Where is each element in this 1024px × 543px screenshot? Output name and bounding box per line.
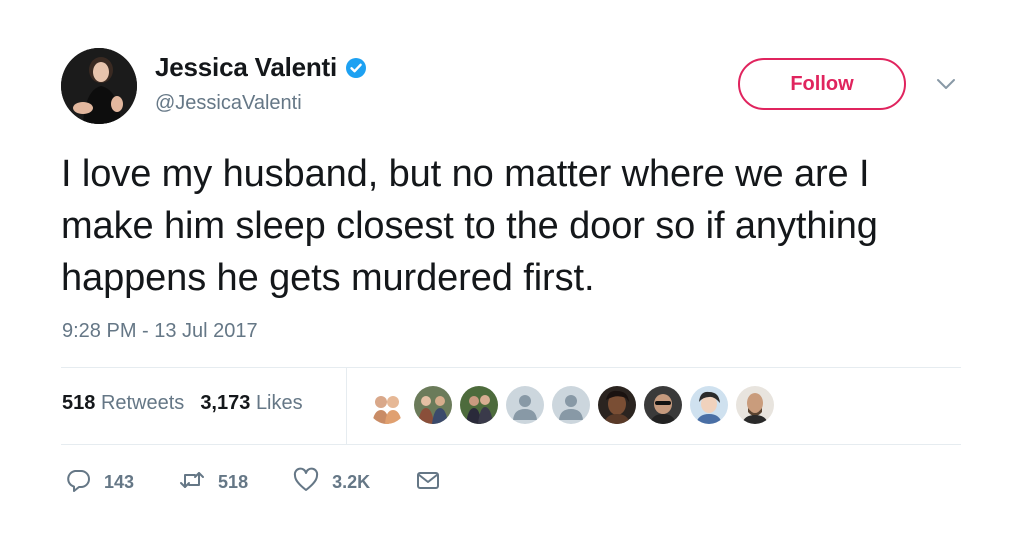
liker-avatar[interactable] bbox=[414, 386, 452, 424]
reply-button[interactable]: 143 bbox=[64, 466, 134, 499]
divider-bottom bbox=[61, 444, 961, 445]
tweet-stats: 518 Retweets 3,173 Likes bbox=[62, 392, 303, 415]
user-name-row: Jessica Valenti bbox=[155, 52, 367, 83]
heart-icon bbox=[292, 466, 320, 499]
reply-count: 143 bbox=[104, 472, 135, 492]
tweet-actions: 143 518 3.2K bbox=[64, 466, 486, 499]
likes-label: Likes bbox=[255, 392, 303, 414]
direct-message-button[interactable] bbox=[414, 466, 442, 499]
liker-avatar[interactable] bbox=[506, 386, 544, 424]
likes-count: 3,173 bbox=[200, 392, 251, 414]
liker-avatar[interactable] bbox=[368, 386, 406, 424]
user-handle[interactable]: @JessicaValenti bbox=[155, 92, 302, 115]
tweet-timestamp[interactable]: 9:28 PM - 13 Jul 2017 bbox=[62, 320, 258, 343]
like-count: 3.2K bbox=[332, 472, 371, 492]
like-button[interactable]: 3.2K bbox=[292, 466, 370, 499]
display-name[interactable]: Jessica Valenti bbox=[155, 52, 337, 83]
liker-avatar[interactable] bbox=[552, 386, 590, 424]
retweet-count: 518 bbox=[218, 472, 249, 492]
liker-avatar[interactable] bbox=[644, 386, 682, 424]
retweet-icon bbox=[178, 466, 206, 499]
liker-avatar[interactable] bbox=[736, 386, 774, 424]
verified-badge-icon bbox=[345, 57, 367, 79]
liker-avatar[interactable] bbox=[690, 386, 728, 424]
tweet-card: Jessica Valenti @JessicaValenti Follow I… bbox=[0, 0, 1024, 543]
liker-avatar[interactable] bbox=[598, 386, 636, 424]
retweets-stat[interactable]: 518 Retweets bbox=[62, 392, 184, 415]
retweets-count: 518 bbox=[62, 392, 96, 414]
envelope-icon bbox=[414, 466, 442, 499]
follow-button[interactable]: Follow bbox=[738, 58, 906, 110]
retweets-label: Retweets bbox=[100, 392, 185, 414]
chevron-down-icon[interactable] bbox=[934, 74, 958, 94]
user-avatar[interactable] bbox=[61, 48, 137, 124]
reply-icon bbox=[64, 466, 92, 499]
tweet-text: I love my husband, but no matter where w… bbox=[61, 153, 878, 299]
liker-avatars bbox=[368, 386, 774, 424]
stats-separator bbox=[346, 368, 347, 444]
divider-top bbox=[61, 367, 961, 368]
retweet-button[interactable]: 518 bbox=[178, 466, 248, 499]
liker-avatar[interactable] bbox=[460, 386, 498, 424]
likes-stat[interactable]: 3,173 Likes bbox=[200, 392, 302, 415]
